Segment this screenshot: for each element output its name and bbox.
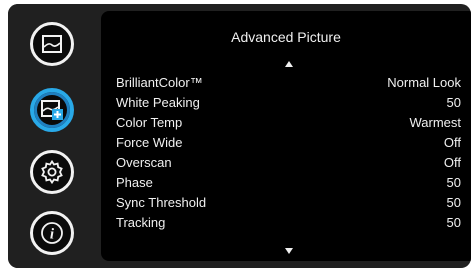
menu-item-label: BrilliantColor™ <box>116 75 203 90</box>
menu-item-label: Force Wide <box>116 135 183 150</box>
nav-item-advanced-picture[interactable] <box>30 88 74 132</box>
svg-text:i: i <box>50 227 55 243</box>
menu-item-phase[interactable]: Phase 50 <box>116 173 461 192</box>
picture-icon <box>42 35 62 53</box>
scroll-down-arrow-icon[interactable] <box>285 248 293 254</box>
menu-item-value: Off <box>443 155 461 170</box>
menu-item-label: White Peaking <box>116 95 200 110</box>
scroll-up-arrow-icon[interactable] <box>285 61 293 67</box>
nav-item-info[interactable]: i <box>30 211 74 255</box>
menu-item-brilliantcolor[interactable]: BrilliantColor™ Normal Look <box>116 73 461 92</box>
menu-item-value: Warmest <box>409 115 461 130</box>
sidebar: i <box>8 4 102 268</box>
nav-item-settings[interactable] <box>30 150 74 194</box>
menu-item-label: Overscan <box>116 155 172 170</box>
menu-item-white-peaking[interactable]: White Peaking 50 <box>116 93 461 112</box>
nav-item-picture[interactable] <box>30 22 74 66</box>
menu-item-tracking[interactable]: Tracking 50 <box>116 213 461 232</box>
advanced-picture-panel: Advanced Picture BrilliantColor™ Normal … <box>101 11 471 261</box>
menu-item-label: Tracking <box>116 215 166 230</box>
menu-item-label: Color Temp <box>116 115 183 130</box>
menu-item-value: 50 <box>446 195 461 210</box>
info-icon: i <box>41 222 63 244</box>
menu-item-value: 50 <box>446 215 461 230</box>
menu-item-value: 50 <box>446 175 461 190</box>
osd-menu: i Advanced Picture BrilliantColor™ Norma… <box>8 4 471 268</box>
menu-item-label: Phase <box>116 175 153 190</box>
menu-item-value: Off <box>443 135 461 150</box>
menu-item-overscan[interactable]: Overscan Off <box>116 153 461 172</box>
settings-gear-icon <box>41 159 63 185</box>
menu-item-label: Sync Threshold <box>116 195 207 210</box>
advanced-picture-icon <box>41 100 63 120</box>
menu-item-sync-threshold[interactable]: Sync Threshold 50 <box>116 193 461 212</box>
menu-item-value: Normal Look <box>387 75 461 90</box>
menu-title: Advanced Picture <box>231 29 341 45</box>
menu-item-value: 50 <box>446 95 461 110</box>
menu-item-color-temp[interactable]: Color Temp Warmest <box>116 113 461 132</box>
menu-item-force-wide[interactable]: Force Wide Off <box>116 133 461 152</box>
